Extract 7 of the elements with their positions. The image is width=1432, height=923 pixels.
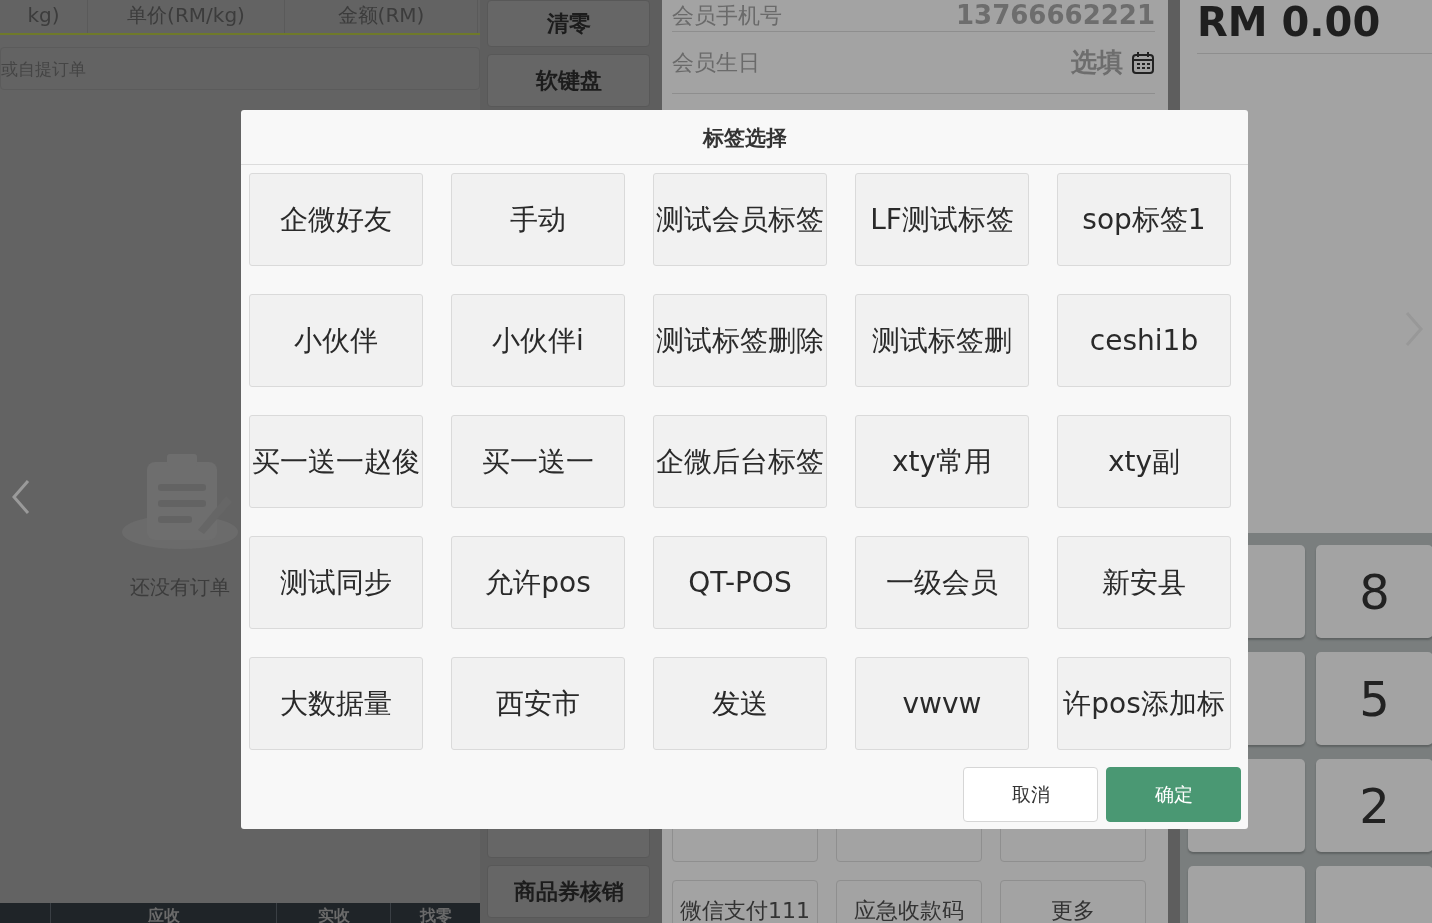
- column-header: 应收: [50, 903, 276, 923]
- dialog-title: 标签选择: [241, 110, 1248, 165]
- field-label: 会员生日: [672, 49, 760, 77]
- column-header: 实收: [276, 903, 390, 923]
- total-amount: RM 0.00: [1197, 0, 1432, 54]
- column-header: 找零: [390, 903, 480, 923]
- field-label: 会员手机号: [672, 1, 782, 30]
